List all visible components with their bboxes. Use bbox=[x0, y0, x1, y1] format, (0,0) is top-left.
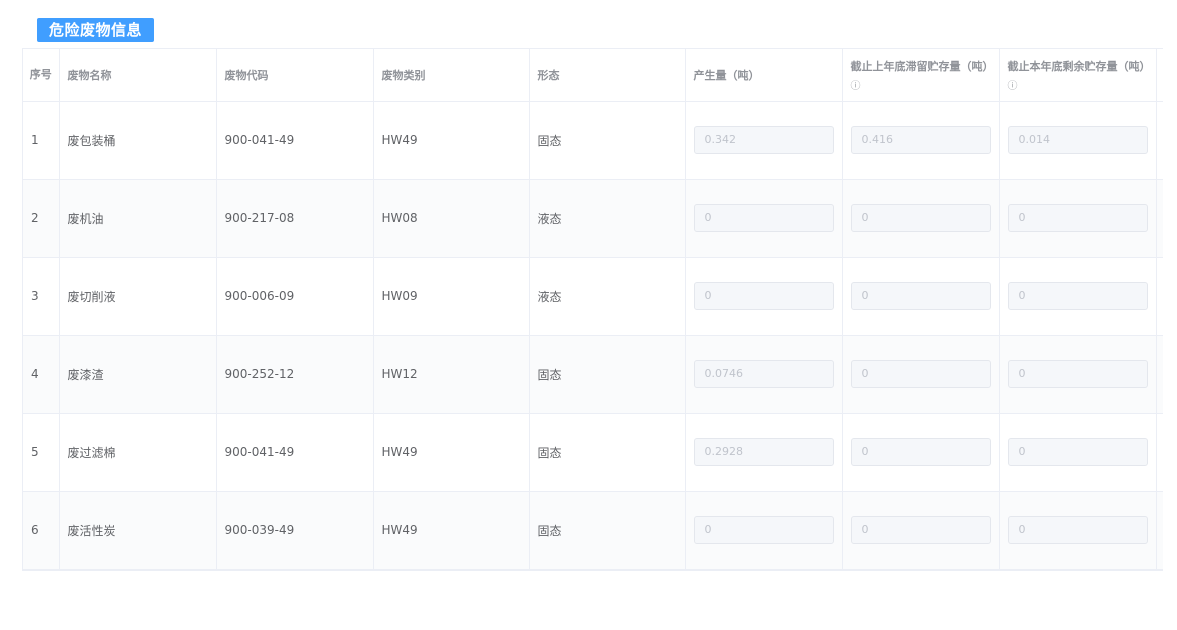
header-truncated bbox=[1156, 49, 1163, 102]
prev-stock-input[interactable]: 0 bbox=[850, 516, 991, 544]
page: 危险废物信息 序号 废物名称 废物代码 废物类别 形态 产生量（吨） 截止上年底… bbox=[0, 0, 1177, 630]
remain-stock-input[interactable]: 0 bbox=[1007, 204, 1148, 232]
prev-stock-input[interactable]: 0.416 bbox=[850, 126, 991, 154]
cell-amount: 0.0746 bbox=[685, 335, 843, 414]
cell-form: 固态 bbox=[529, 491, 686, 570]
cell-form: 液态 bbox=[529, 179, 686, 258]
remain-stock-input[interactable]: 0.014 bbox=[1007, 126, 1148, 154]
cell-amount: 0.342 bbox=[685, 101, 843, 180]
header-name: 废物名称 bbox=[59, 49, 217, 102]
header-amount: 产生量（吨） bbox=[685, 49, 843, 102]
cell-no: 5 bbox=[23, 413, 60, 492]
header-code: 废物代码 bbox=[216, 49, 374, 102]
table-row: 1 废包装桶 900-041-49 HW49 固态 0.342 0.416 0.014 bbox=[23, 101, 1163, 180]
table-row: 4 废漆渣 900-252-12 HW12 固态 0.0746 0 0 bbox=[23, 335, 1163, 414]
cell-form: 固态 bbox=[529, 335, 686, 414]
prev-stock-input[interactable]: 0 bbox=[850, 204, 991, 232]
cell-prev-stock: 0 bbox=[842, 335, 1000, 414]
cell-name: 废过滤棉 bbox=[59, 413, 217, 492]
cell-category: HW49 bbox=[373, 491, 530, 570]
cell-form: 固态 bbox=[529, 413, 686, 492]
info-icon[interactable]: ⓘ bbox=[1008, 77, 1148, 92]
header-category: 废物类别 bbox=[373, 49, 530, 102]
header-remain-stock-label: 截止本年底剩余贮存量（吨） bbox=[1007, 59, 1151, 73]
cell-truncated bbox=[1156, 491, 1163, 570]
info-icon[interactable]: ⓘ bbox=[851, 77, 991, 92]
table-row: 6 废活性炭 900-039-49 HW49 固态 0 0 0 bbox=[23, 491, 1163, 570]
cell-amount: 0 bbox=[685, 257, 843, 336]
cell-prev-stock: 0 bbox=[842, 413, 1000, 492]
cell-no: 2 bbox=[23, 179, 60, 258]
cell-category: HW08 bbox=[373, 179, 530, 258]
cell-no: 4 bbox=[23, 335, 60, 414]
cell-category: HW49 bbox=[373, 101, 530, 180]
waste-table-container[interactable]: 序号 废物名称 废物代码 废物类别 形态 产生量（吨） 截止上年底滞留贮存量（吨… bbox=[22, 48, 1163, 571]
cell-category: HW49 bbox=[373, 413, 530, 492]
cell-remain-stock: 0.014 bbox=[999, 101, 1157, 180]
amount-input[interactable]: 0.2928 bbox=[693, 438, 834, 466]
cell-category: HW12 bbox=[373, 335, 530, 414]
cell-code: 900-041-49 bbox=[216, 413, 374, 492]
prev-stock-input[interactable]: 0 bbox=[850, 438, 991, 466]
remain-stock-input[interactable]: 0 bbox=[1007, 282, 1148, 310]
amount-input[interactable]: 0 bbox=[693, 282, 834, 310]
cell-remain-stock: 0 bbox=[999, 335, 1157, 414]
cell-category: HW09 bbox=[373, 257, 530, 336]
remain-stock-input[interactable]: 0 bbox=[1007, 438, 1148, 466]
cell-amount: 0 bbox=[685, 179, 843, 258]
cell-prev-stock: 0 bbox=[842, 491, 1000, 570]
amount-input[interactable]: 0.0746 bbox=[693, 360, 834, 388]
header-remain-stock: 截止本年底剩余贮存量（吨） ⓘ bbox=[999, 49, 1157, 102]
header-form: 形态 bbox=[529, 49, 686, 102]
cell-name: 废漆渣 bbox=[59, 335, 217, 414]
cell-form: 固态 bbox=[529, 101, 686, 180]
cell-truncated bbox=[1156, 413, 1163, 492]
cell-code: 900-217-08 bbox=[216, 179, 374, 258]
cell-prev-stock: 0 bbox=[842, 257, 1000, 336]
cell-name: 废包装桶 bbox=[59, 101, 217, 180]
cell-form: 液态 bbox=[529, 257, 686, 336]
cell-remain-stock: 0 bbox=[999, 257, 1157, 336]
cell-remain-stock: 0 bbox=[999, 179, 1157, 258]
cell-prev-stock: 0.416 bbox=[842, 101, 1000, 180]
cell-code: 900-039-49 bbox=[216, 491, 374, 570]
cell-remain-stock: 0 bbox=[999, 413, 1157, 492]
amount-input[interactable]: 0 bbox=[693, 204, 834, 232]
table-row: 3 废切削液 900-006-09 HW09 液态 0 0 0 bbox=[23, 257, 1163, 336]
amount-input[interactable]: 0 bbox=[693, 516, 834, 544]
section-title: 危险废物信息 bbox=[37, 18, 155, 42]
header-no: 序号 bbox=[23, 49, 60, 102]
cell-name: 废切削液 bbox=[59, 257, 217, 336]
cell-amount: 0.2928 bbox=[685, 413, 843, 492]
hazardous-waste-table: 序号 废物名称 废物代码 废物类别 形态 产生量（吨） 截止上年底滞留贮存量（吨… bbox=[23, 49, 1163, 570]
cell-code: 900-041-49 bbox=[216, 101, 374, 180]
cell-code: 900-252-12 bbox=[216, 335, 374, 414]
cell-truncated bbox=[1156, 335, 1163, 414]
cell-no: 1 bbox=[23, 101, 60, 180]
cell-no: 6 bbox=[23, 491, 60, 570]
cell-amount: 0 bbox=[685, 491, 843, 570]
cell-truncated bbox=[1156, 257, 1163, 336]
header-prev-stock-label: 截止上年底滞留贮存量（吨） bbox=[850, 59, 994, 73]
table-row: 5 废过滤棉 900-041-49 HW49 固态 0.2928 0 0 bbox=[23, 413, 1163, 492]
remain-stock-input[interactable]: 0 bbox=[1007, 516, 1148, 544]
cell-prev-stock: 0 bbox=[842, 179, 1000, 258]
cell-no: 3 bbox=[23, 257, 60, 336]
amount-input[interactable]: 0.342 bbox=[693, 126, 834, 154]
cell-name: 废活性炭 bbox=[59, 491, 217, 570]
cell-truncated bbox=[1156, 179, 1163, 258]
header-prev-stock: 截止上年底滞留贮存量（吨） ⓘ bbox=[842, 49, 1000, 102]
cell-remain-stock: 0 bbox=[999, 491, 1157, 570]
table-row: 2 废机油 900-217-08 HW08 液态 0 0 0 bbox=[23, 179, 1163, 258]
cell-code: 900-006-09 bbox=[216, 257, 374, 336]
table-header-row: 序号 废物名称 废物代码 废物类别 形态 产生量（吨） 截止上年底滞留贮存量（吨… bbox=[23, 49, 1163, 102]
prev-stock-input[interactable]: 0 bbox=[850, 360, 991, 388]
remain-stock-input[interactable]: 0 bbox=[1007, 360, 1148, 388]
cell-name: 废机油 bbox=[59, 179, 217, 258]
table-body: 1 废包装桶 900-041-49 HW49 固态 0.342 0.416 0.014 2 废机油… bbox=[23, 101, 1163, 570]
cell-truncated bbox=[1156, 101, 1163, 180]
prev-stock-input[interactable]: 0 bbox=[850, 282, 991, 310]
